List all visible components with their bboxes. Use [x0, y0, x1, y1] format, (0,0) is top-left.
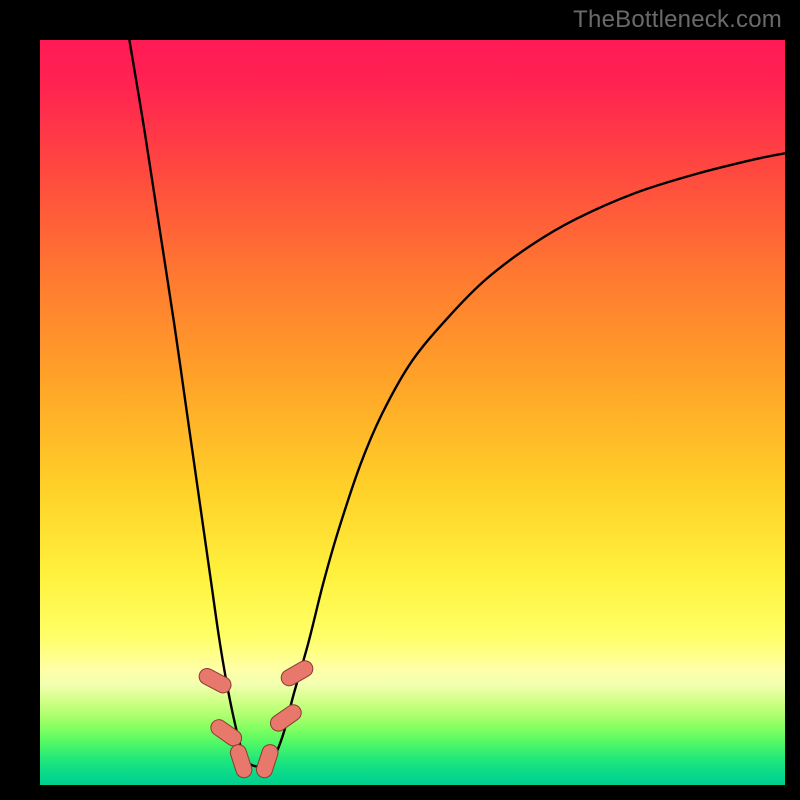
bottleneck-curve: [129, 40, 785, 767]
curve-marker: [228, 743, 254, 780]
plot-area: [40, 40, 785, 785]
curve-marker: [196, 666, 234, 696]
chart-frame: TheBottleneck.com: [0, 0, 800, 800]
curve-markers: [196, 658, 315, 780]
curve-marker: [254, 743, 280, 780]
watermark-text: TheBottleneck.com: [573, 6, 782, 34]
curve-layer: [40, 40, 785, 785]
